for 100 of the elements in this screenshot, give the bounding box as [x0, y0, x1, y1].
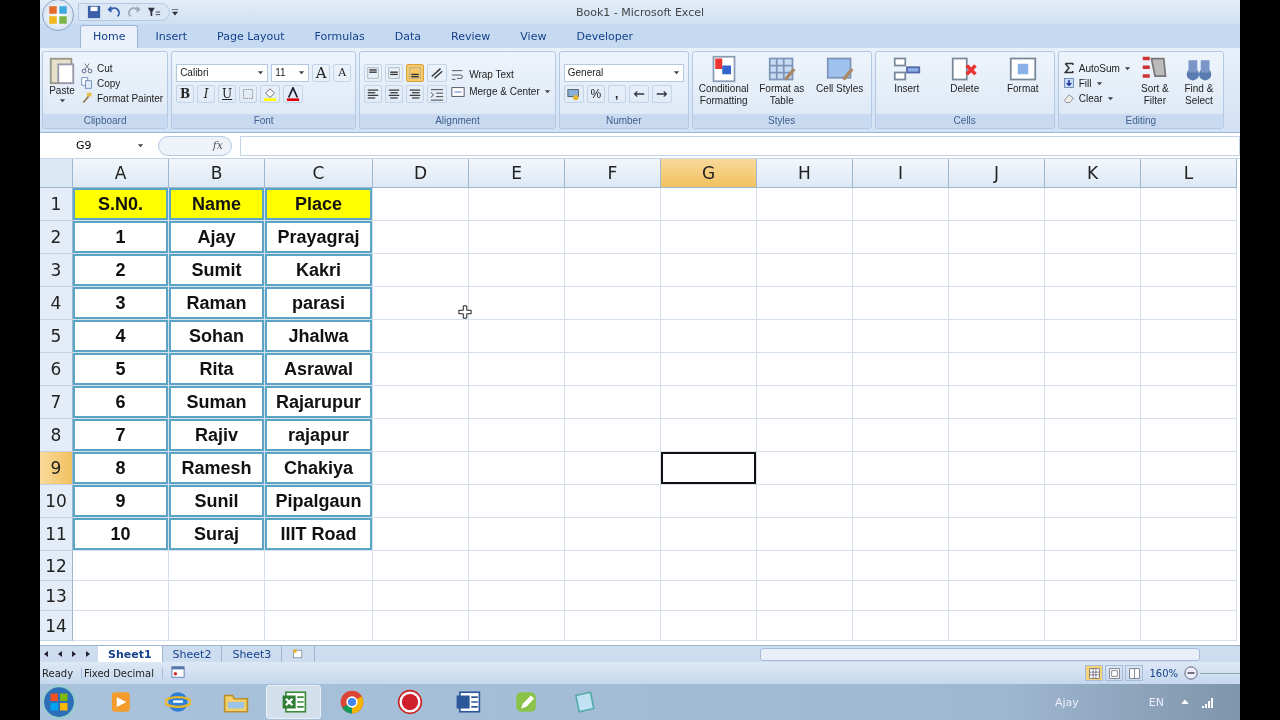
table-cell[interactable]	[1141, 188, 1237, 221]
up-arrow-icon[interactable]	[1180, 697, 1190, 707]
table-cell[interactable]	[373, 221, 469, 254]
table-cell[interactable]	[469, 419, 565, 452]
row-header[interactable]: 2	[40, 221, 73, 254]
ribbon-tab[interactable]: Review	[438, 25, 504, 48]
table-cell[interactable]	[1141, 611, 1237, 641]
font-color-button[interactable]	[283, 84, 304, 103]
table-cell[interactable]: Jhalwa	[265, 320, 373, 353]
table-cell[interactable]	[661, 485, 757, 518]
taskbar-button[interactable]	[266, 685, 321, 719]
record-icon[interactable]	[396, 689, 423, 715]
table-cell[interactable]	[1141, 518, 1237, 551]
table-cell[interactable]	[73, 551, 169, 581]
table-cell[interactable]: parasi	[265, 287, 373, 320]
table-cell[interactable]	[469, 254, 565, 287]
column-header[interactable]: L	[1141, 159, 1237, 188]
insert-function-button[interactable]: fx	[158, 135, 232, 156]
table-cell[interactable]	[757, 254, 853, 287]
table-cell[interactable]	[469, 452, 565, 485]
table-cell[interactable]	[949, 320, 1045, 353]
table-cell[interactable]	[469, 320, 565, 353]
wrap-text-button[interactable]: Wrap Text	[451, 67, 551, 82]
sheet-tab[interactable]: Sheet1	[98, 646, 163, 662]
table-cell[interactable]	[1141, 320, 1237, 353]
column-header[interactable]: B	[169, 159, 265, 188]
table-cell[interactable]: Sohan	[169, 320, 265, 353]
table-cell[interactable]	[757, 611, 853, 641]
table-cell[interactable]	[853, 287, 949, 320]
table-cell[interactable]	[565, 419, 661, 452]
decimal-button[interactable]	[651, 84, 672, 103]
fill-down-icon[interactable]	[1062, 77, 1075, 89]
table-cell[interactable]	[853, 221, 949, 254]
column-header[interactable]: I	[853, 159, 949, 188]
word-processor-icon[interactable]	[454, 689, 481, 715]
row-header[interactable]: 14	[40, 611, 73, 641]
caret-icon[interactable]	[543, 88, 551, 95]
table-cell[interactable]: Sunil	[169, 485, 265, 518]
borders-button[interactable]	[239, 84, 258, 103]
redo-icon[interactable]	[127, 5, 141, 19]
row-header[interactable]: 13	[40, 581, 73, 611]
table-cell[interactable]: S.N0.	[73, 188, 169, 221]
table-cell[interactable]	[661, 551, 757, 581]
view-button[interactable]	[1105, 665, 1124, 681]
insert-cells-icon[interactable]	[892, 55, 921, 83]
table-cell[interactable]	[565, 386, 661, 419]
orientation-button[interactable]	[427, 63, 448, 82]
sigma-icon[interactable]	[1062, 62, 1075, 74]
decimal-button[interactable]	[628, 84, 649, 103]
table-cell[interactable]	[949, 287, 1045, 320]
spreadsheet-app-icon[interactable]	[280, 689, 307, 715]
table-cell[interactable]	[1045, 518, 1141, 551]
table-cell[interactable]	[265, 581, 373, 611]
paste-button[interactable]: Paste	[47, 55, 77, 111]
clipboard-button[interactable]: Cut	[81, 62, 164, 74]
table-cell[interactable]	[469, 611, 565, 641]
column-header[interactable]: H	[757, 159, 853, 188]
table-cell[interactable]: Suraj	[169, 518, 265, 551]
table-cell[interactable]: Chakiya	[265, 452, 373, 485]
currency-button[interactable]	[563, 84, 584, 103]
column-header[interactable]: D	[373, 159, 469, 188]
table-cell[interactable]	[373, 581, 469, 611]
table-cell[interactable]: Suman	[169, 386, 265, 419]
table-cell[interactable]	[661, 419, 757, 452]
row-header[interactable]: 1	[40, 188, 73, 221]
ribbon-button[interactable]: Cell Styles	[812, 55, 867, 111]
table-cell[interactable]: 6	[73, 386, 169, 419]
table-cell[interactable]	[661, 188, 757, 221]
table-cell[interactable]	[373, 254, 469, 287]
table-cell[interactable]	[469, 188, 565, 221]
table-cell[interactable]	[757, 419, 853, 452]
table-cell[interactable]: 3	[73, 287, 169, 320]
column-header[interactable]: K	[1045, 159, 1141, 188]
browser-e-icon[interactable]	[164, 689, 191, 715]
table-cell[interactable]: 2	[73, 254, 169, 287]
table-cell[interactable]	[853, 611, 949, 641]
table-cell[interactable]: Pipalgaun	[265, 485, 373, 518]
table-cell[interactable]	[661, 320, 757, 353]
table-cell[interactable]	[565, 611, 661, 641]
row-header[interactable]: 6	[40, 353, 73, 386]
table-cell[interactable]	[373, 419, 469, 452]
caret-icon[interactable]	[1123, 64, 1131, 72]
row-header[interactable]: 11	[40, 518, 73, 551]
table-cell[interactable]: Ajay	[169, 221, 265, 254]
table-cell[interactable]	[469, 485, 565, 518]
column-header[interactable]: J	[949, 159, 1045, 188]
table-cell[interactable]	[469, 287, 565, 320]
table-cell[interactable]: Rita	[169, 353, 265, 386]
table-cell[interactable]	[1141, 485, 1237, 518]
start-button-icon[interactable]	[42, 685, 76, 719]
table-cell[interactable]	[757, 452, 853, 485]
table-cell[interactable]	[373, 188, 469, 221]
table-cell[interactable]	[661, 287, 757, 320]
table-cell[interactable]	[949, 611, 1045, 641]
row-header[interactable]: 3	[40, 254, 73, 287]
table-cell[interactable]	[661, 611, 757, 641]
table-cell[interactable]: Prayagraj	[265, 221, 373, 254]
ribbon-tab[interactable]: Home	[80, 25, 139, 48]
ribbon-tab[interactable]: Page Layout	[204, 25, 298, 48]
ribbon-tab[interactable]: Formulas	[301, 25, 378, 48]
